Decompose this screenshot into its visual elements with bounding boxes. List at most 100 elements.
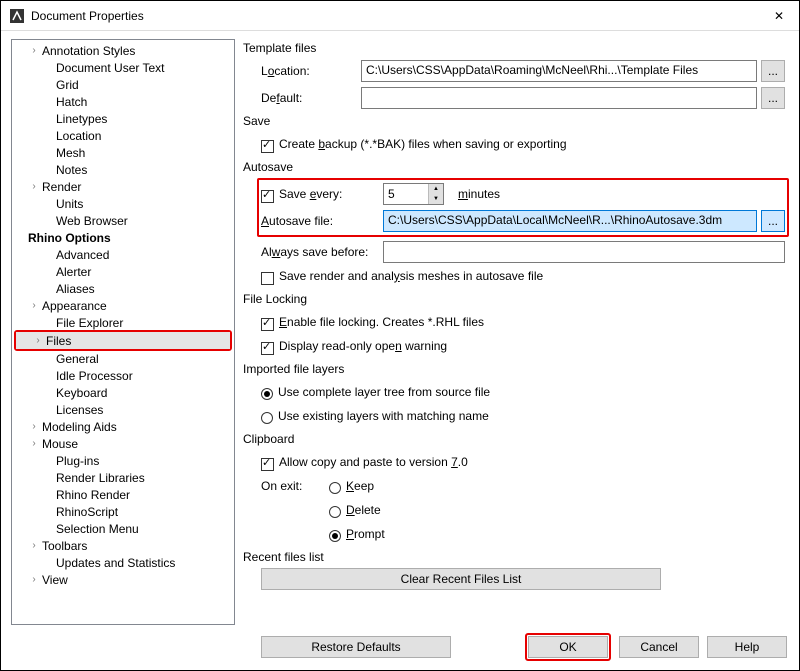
create-backup-checkbox[interactable] — [261, 140, 274, 153]
tree-item-mesh[interactable]: Mesh — [12, 144, 234, 161]
allow-paste-label: Allow copy and paste to version 7.0 — [279, 455, 468, 469]
tree-item-label: Selection Menu — [56, 522, 139, 536]
help-button[interactable]: Help — [707, 636, 787, 658]
tree-item-rhino-render[interactable]: Rhino Render — [12, 486, 234, 503]
default-browse-button[interactable]: ... — [761, 87, 785, 109]
delete-radio[interactable] — [329, 506, 341, 518]
tree-item-modeling-aids[interactable]: ›Modeling Aids — [12, 418, 234, 435]
chevron-right-icon: › — [28, 574, 40, 585]
tree-item-label: Licenses — [56, 403, 103, 417]
tree-item-label: Hatch — [56, 95, 87, 109]
readonly-warning-checkbox[interactable] — [261, 342, 274, 355]
tree-item-aliases[interactable]: Aliases — [12, 280, 234, 297]
allow-paste-checkbox[interactable] — [261, 458, 274, 471]
tree-item-label: Document User Text — [56, 61, 165, 75]
tree-item-files[interactable]: ›Files — [16, 332, 230, 349]
tree-item-selection-menu[interactable]: Selection Menu — [12, 520, 234, 537]
titlebar: Document Properties ✕ — [1, 1, 799, 31]
ok-button[interactable]: OK — [528, 636, 608, 658]
enable-locking-label: Enable file locking. Creates *.RHL files — [279, 315, 484, 329]
autosave-heading: Autosave — [243, 160, 785, 174]
tree-item-updates-and-statistics[interactable]: Updates and Statistics — [12, 554, 234, 571]
create-backup-label: Create backup (*.*BAK) files when saving… — [279, 137, 567, 151]
tree-item-label: View — [42, 573, 68, 587]
tree-item-label: Modeling Aids — [42, 420, 117, 434]
location-input[interactable]: C:\Users\CSS\AppData\Roaming\McNeel\Rhi.… — [361, 60, 757, 82]
tree-item-notes[interactable]: Notes — [12, 161, 234, 178]
window-title: Document Properties — [31, 9, 759, 23]
existing-layers-radio[interactable] — [261, 412, 273, 424]
prompt-label: Prompt — [346, 527, 385, 541]
chevron-right-icon: › — [28, 438, 40, 449]
save-every-checkbox[interactable] — [261, 190, 274, 203]
complete-tree-radio[interactable] — [261, 388, 273, 400]
always-save-label: Always save before: — [261, 245, 383, 259]
tree-item-label: Aliases — [56, 282, 95, 296]
tree-item-idle-processor[interactable]: Idle Processor — [12, 367, 234, 384]
existing-layers-label: Use existing layers with matching name — [278, 409, 489, 423]
tree-item-label: Idle Processor — [56, 369, 133, 383]
tree-item-label: Grid — [56, 78, 79, 92]
save-every-stepper[interactable]: ▲▼ — [383, 183, 444, 205]
close-button[interactable]: ✕ — [759, 1, 799, 31]
tree-item-general[interactable]: General — [12, 350, 234, 367]
location-browse-button[interactable]: ... — [761, 60, 785, 82]
prompt-radio[interactable] — [329, 530, 341, 542]
cancel-button[interactable]: Cancel — [619, 636, 699, 658]
tree-item-licenses[interactable]: Licenses — [12, 401, 234, 418]
on-exit-label: On exit: — [261, 479, 329, 493]
tree-item-label: Web Browser — [56, 214, 128, 228]
tree-item-advanced[interactable]: Advanced — [12, 246, 234, 263]
tree-item-view[interactable]: ›View — [12, 571, 234, 588]
tree-item-render[interactable]: ›Render — [12, 178, 234, 195]
app-icon — [9, 8, 25, 24]
tree-item-label: Rhino Options — [28, 231, 111, 245]
tree-item-label: Render — [42, 180, 81, 194]
tree-item-toolbars[interactable]: ›Toolbars — [12, 537, 234, 554]
options-tree[interactable]: ›Annotation StylesDocument User TextGrid… — [11, 39, 235, 625]
render-meshes-checkbox[interactable] — [261, 272, 274, 285]
tree-item-rhino-options[interactable]: Rhino Options — [12, 229, 234, 246]
tree-item-document-user-text[interactable]: Document User Text — [12, 59, 234, 76]
chevron-right-icon: › — [32, 335, 44, 346]
files-panel: Template files Location: C:\Users\CSS\Ap… — [243, 39, 789, 625]
tree-item-label: Appearance — [42, 299, 107, 313]
keep-radio[interactable] — [329, 482, 341, 494]
close-icon: ✕ — [774, 9, 784, 23]
tree-item-linetypes[interactable]: Linetypes — [12, 110, 234, 127]
save-every-input[interactable] — [384, 184, 428, 204]
tree-item-label: Units — [56, 197, 83, 211]
always-save-input[interactable] — [383, 241, 785, 263]
tree-item-alerter[interactable]: Alerter — [12, 263, 234, 280]
default-input[interactable] — [361, 87, 757, 109]
tree-item-appearance[interactable]: ›Appearance — [12, 297, 234, 314]
spin-down-button[interactable]: ▼ — [429, 194, 443, 204]
tree-item-web-browser[interactable]: Web Browser — [12, 212, 234, 229]
tree-item-mouse[interactable]: ›Mouse — [12, 435, 234, 452]
tree-item-label: Annotation Styles — [42, 44, 135, 58]
tree-item-annotation-styles[interactable]: ›Annotation Styles — [12, 42, 234, 59]
tree-item-label: General — [56, 352, 99, 366]
tree-item-location[interactable]: Location — [12, 127, 234, 144]
tree-item-units[interactable]: Units — [12, 195, 234, 212]
dialog-footer: Restore Defaults OK Cancel Help — [1, 629, 799, 669]
tree-item-plug-ins[interactable]: Plug-ins — [12, 452, 234, 469]
autosave-file-input[interactable]: C:\Users\CSS\AppData\Local\McNeel\R...\R… — [383, 210, 757, 232]
enable-locking-checkbox[interactable] — [261, 318, 274, 331]
tree-item-rhinoscript[interactable]: RhinoScript — [12, 503, 234, 520]
restore-defaults-button[interactable]: Restore Defaults — [261, 636, 451, 658]
spin-up-button[interactable]: ▲ — [429, 184, 443, 194]
complete-tree-label: Use complete layer tree from source file — [278, 385, 490, 399]
default-label: Default: — [261, 91, 361, 105]
tree-item-render-libraries[interactable]: Render Libraries — [12, 469, 234, 486]
tree-item-label: File Explorer — [56, 316, 123, 330]
minutes-label: minutes — [458, 187, 500, 201]
tree-item-grid[interactable]: Grid — [12, 76, 234, 93]
tree-item-hatch[interactable]: Hatch — [12, 93, 234, 110]
tree-item-label: Keyboard — [56, 386, 107, 400]
autosave-file-browse-button[interactable]: ... — [761, 210, 785, 232]
tree-item-label: Render Libraries — [56, 471, 145, 485]
clear-recent-button[interactable]: Clear Recent Files List — [261, 568, 661, 590]
tree-item-keyboard[interactable]: Keyboard — [12, 384, 234, 401]
tree-item-file-explorer[interactable]: File Explorer — [12, 314, 234, 331]
